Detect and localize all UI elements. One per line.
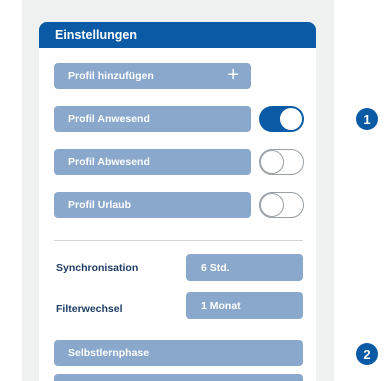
add-profile-label: Profil hinzufügen — [68, 70, 154, 82]
profile-abwesend-toggle[interactable] — [259, 149, 304, 175]
profile-label: Profil Anwesend — [68, 113, 150, 125]
profile-label: Profil Abwesend — [68, 156, 150, 168]
callout-badge-1: 1 — [356, 108, 378, 130]
sync-label: Synchronisation — [56, 262, 139, 274]
panel-title: Einstellungen — [39, 22, 316, 48]
add-profile-button[interactable]: Profil hinzufügen + — [54, 63, 251, 89]
learning-phase-label: Selbstlernphase — [68, 347, 150, 359]
profile-abwesend-button[interactable]: Profil Abwesend — [54, 149, 251, 175]
filter-value-button[interactable]: 1 Monat — [186, 292, 303, 319]
profile-urlaub-toggle[interactable] — [259, 192, 304, 218]
toggle-knob — [260, 150, 284, 174]
toggle-knob — [279, 107, 303, 131]
callout-badge-2: 2 — [356, 343, 378, 365]
profile-anwesend-button[interactable]: Profil Anwesend — [54, 106, 251, 132]
profile-urlaub-button[interactable]: Profil Urlaub — [54, 192, 251, 218]
plus-icon: + — [227, 64, 239, 86]
toggle-knob — [260, 193, 284, 217]
partial-menu-item[interactable] — [54, 374, 303, 381]
learning-phase-button[interactable]: Selbstlernphase — [54, 340, 303, 366]
profile-label: Profil Urlaub — [68, 199, 132, 211]
filter-label: Filterwechsel — [56, 303, 123, 315]
profile-anwesend-toggle[interactable] — [259, 106, 304, 132]
settings-panel: Einstellungen Profil hinzufügen + Profil… — [39, 22, 316, 381]
section-divider — [54, 240, 303, 241]
sync-value-button[interactable]: 6 Std. — [186, 254, 303, 281]
